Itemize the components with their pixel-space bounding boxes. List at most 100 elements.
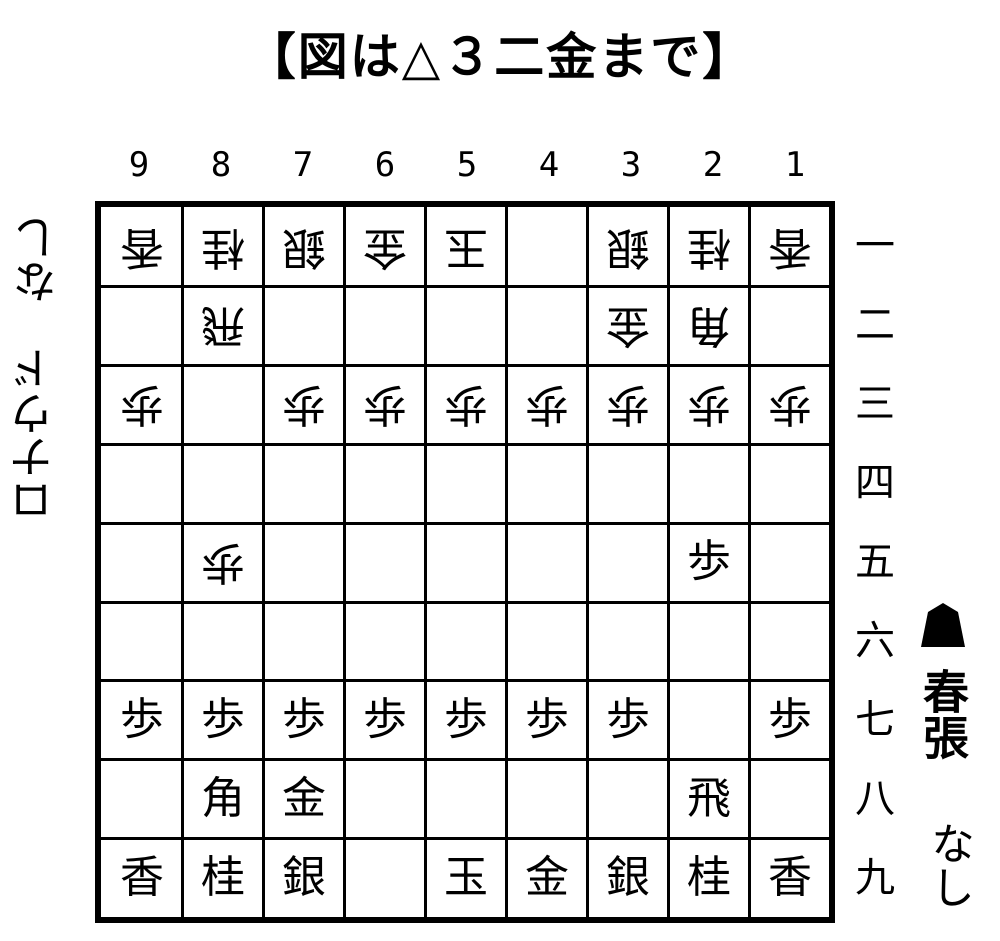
board-square[interactable] [425, 444, 507, 523]
board-square[interactable] [344, 759, 426, 838]
board-square[interactable]: 銀 [263, 838, 345, 917]
board-square[interactable]: 玉 [425, 838, 507, 917]
gote-piece[interactable]: 桂 [687, 222, 731, 273]
board-square[interactable] [425, 523, 507, 602]
board-square[interactable]: 香 [749, 838, 831, 917]
gote-piece[interactable]: 歩 [525, 379, 569, 430]
board-square[interactable] [425, 286, 507, 365]
board-square[interactable] [344, 523, 426, 602]
sente-piece[interactable]: 玉 [444, 855, 488, 900]
board-square[interactable] [668, 680, 750, 759]
board-square[interactable] [101, 444, 183, 523]
board-square[interactable]: 飛 [668, 759, 750, 838]
board-square[interactable]: 歩 [263, 365, 345, 444]
board-square[interactable]: 香 [101, 207, 183, 286]
gote-piece[interactable]: 金 [363, 222, 407, 273]
gote-piece[interactable]: 歩 [606, 379, 650, 430]
board-square[interactable] [749, 759, 831, 838]
board-square[interactable]: 金 [587, 286, 669, 365]
board-square[interactable]: 桂 [182, 207, 264, 286]
board-square[interactable]: 歩 [506, 365, 588, 444]
gote-piece[interactable]: 角 [687, 300, 731, 351]
board-square[interactable] [668, 444, 750, 523]
board-square[interactable] [101, 759, 183, 838]
board-square[interactable]: 角 [668, 286, 750, 365]
sente-piece[interactable]: 歩 [525, 697, 569, 742]
board-square[interactable] [344, 838, 426, 917]
board-square[interactable]: 銀 [587, 207, 669, 286]
sente-piece[interactable]: 歩 [768, 697, 812, 742]
board-square[interactable]: 歩 [749, 680, 831, 759]
gote-piece[interactable]: 飛 [201, 300, 245, 351]
board-square[interactable]: 歩 [182, 680, 264, 759]
gote-piece[interactable]: 歩 [201, 537, 245, 588]
board-square[interactable]: 歩 [749, 365, 831, 444]
board-square[interactable]: 歩 [263, 680, 345, 759]
sente-piece[interactable]: 角 [201, 776, 245, 821]
sente-piece[interactable]: 香 [120, 855, 164, 900]
board-square[interactable]: 歩 [182, 523, 264, 602]
board-square[interactable]: 銀 [587, 838, 669, 917]
board-square[interactable]: 歩 [344, 365, 426, 444]
board-square[interactable] [263, 602, 345, 681]
board-square[interactable] [749, 523, 831, 602]
board-square[interactable]: 角 [182, 759, 264, 838]
board-square[interactable]: 歩 [668, 365, 750, 444]
board-square[interactable] [506, 207, 588, 286]
sente-piece[interactable]: 歩 [120, 697, 164, 742]
board-square[interactable]: 歩 [425, 680, 507, 759]
board-square[interactable] [263, 286, 345, 365]
board-square[interactable]: 金 [506, 838, 588, 917]
board-square[interactable] [668, 602, 750, 681]
board-square[interactable] [506, 444, 588, 523]
gote-piece[interactable]: 歩 [363, 379, 407, 430]
sente-piece[interactable]: 金 [525, 855, 569, 900]
sente-piece[interactable]: 金 [282, 776, 326, 821]
board-square[interactable]: 歩 [506, 680, 588, 759]
board-square[interactable] [182, 444, 264, 523]
board-square[interactable]: 歩 [101, 680, 183, 759]
board-square[interactable]: 金 [263, 759, 345, 838]
board-square[interactable]: 玉 [425, 207, 507, 286]
board-square[interactable] [587, 759, 669, 838]
board-square[interactable] [263, 523, 345, 602]
board-square[interactable] [506, 759, 588, 838]
sente-piece[interactable]: 歩 [201, 697, 245, 742]
board-square[interactable]: 歩 [344, 680, 426, 759]
board-square[interactable] [749, 602, 831, 681]
gote-piece[interactable]: 歩 [444, 379, 488, 430]
board-square[interactable] [506, 523, 588, 602]
gote-piece[interactable]: 桂 [201, 222, 245, 273]
gote-piece[interactable]: 香 [120, 222, 164, 273]
board-square[interactable]: 香 [749, 207, 831, 286]
board-square[interactable]: 歩 [425, 365, 507, 444]
board-square[interactable] [749, 444, 831, 523]
board-square[interactable] [344, 602, 426, 681]
board-square[interactable] [344, 444, 426, 523]
gote-piece[interactable]: 玉 [444, 222, 488, 273]
board-square[interactable] [587, 602, 669, 681]
sente-piece[interactable]: 桂 [687, 855, 731, 900]
board-square[interactable] [425, 602, 507, 681]
board-square[interactable] [749, 286, 831, 365]
gote-piece[interactable]: 歩 [120, 379, 164, 430]
board-square[interactable] [182, 602, 264, 681]
board-square[interactable]: 歩 [101, 365, 183, 444]
board-square[interactable]: 銀 [263, 207, 345, 286]
board-square[interactable]: 桂 [182, 838, 264, 917]
gote-piece[interactable]: 銀 [282, 222, 326, 273]
gote-piece[interactable]: 金 [606, 300, 650, 351]
sente-piece[interactable]: 銀 [606, 855, 650, 900]
board-square[interactable] [182, 365, 264, 444]
gote-piece[interactable]: 歩 [282, 379, 326, 430]
board-square[interactable]: 歩 [668, 523, 750, 602]
board-square[interactable]: 桂 [668, 838, 750, 917]
sente-piece[interactable]: 歩 [687, 540, 731, 584]
board-square[interactable] [425, 759, 507, 838]
sente-piece[interactable]: 香 [768, 855, 812, 900]
board-square[interactable]: 飛 [182, 286, 264, 365]
sente-piece[interactable]: 歩 [363, 697, 407, 742]
sente-piece[interactable]: 銀 [282, 855, 326, 900]
gote-piece[interactable]: 銀 [606, 222, 650, 273]
sente-piece[interactable]: 歩 [282, 697, 326, 742]
